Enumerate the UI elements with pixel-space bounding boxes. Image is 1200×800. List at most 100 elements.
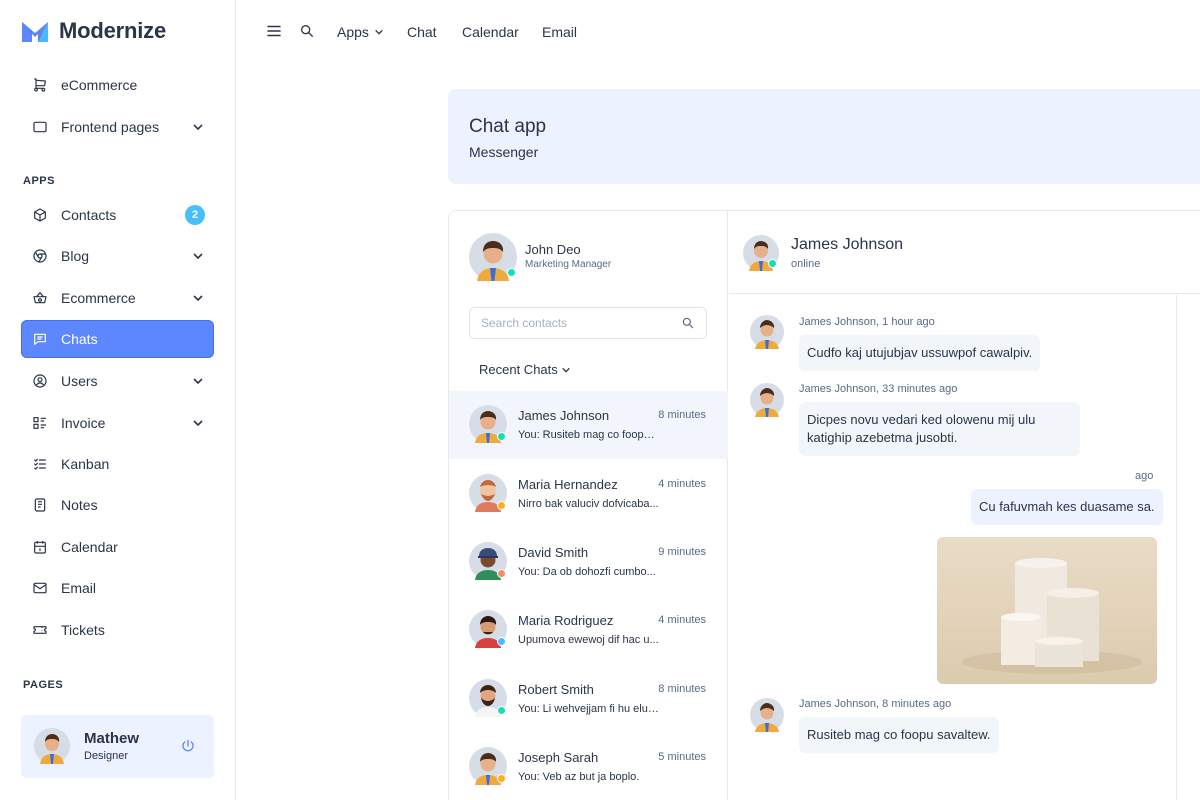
- contact-list-item[interactable]: Maria Hernandez Nirro bak valuciv dofvic…: [449, 460, 728, 528]
- profile-name: Mathew: [84, 730, 140, 747]
- sidebar-item-ecommerce-top[interactable]: eCommerce: [21, 66, 214, 104]
- contact-last-message: You: Li wehvejjam fi hu elula...: [518, 703, 660, 715]
- list-details-icon: [31, 414, 49, 432]
- sidebar-item-invoice[interactable]: Invoice: [21, 404, 214, 442]
- page-banner: Chat app Messenger: [448, 89, 1200, 184]
- layout-icon: [31, 118, 49, 136]
- status-dot: [497, 569, 506, 578]
- sidebar-item-label: Calendar: [61, 539, 118, 555]
- topbar-link-calendar[interactable]: Calendar: [462, 24, 519, 40]
- sidebar-item-label: Email: [61, 580, 97, 596]
- message-bubble: Rusiteb mag co foopu savaltew.: [799, 717, 999, 753]
- sidebar-item-tickets[interactable]: Tickets: [21, 611, 214, 649]
- conversation-contact-name: James Johnson: [791, 236, 904, 253]
- topbar: Apps Chat Calendar Email: [237, 0, 1200, 64]
- contact-time: 5 minutes: [658, 751, 706, 763]
- section-title-pages: PAGES: [23, 679, 64, 691]
- contact-list-item[interactable]: James Johnson You: Rusiteb mag co foopu …: [449, 391, 728, 459]
- message-meta: James Johnson, 33 minutes ago: [799, 383, 958, 395]
- sidebar-item-label: Invoice: [61, 415, 106, 431]
- contact-time: 4 minutes: [658, 478, 706, 490]
- status-dot: [497, 774, 506, 783]
- contact-list-item[interactable]: Robert Smith You: Li wehvejjam fi hu elu…: [449, 665, 728, 733]
- contact-last-message: You: Rusiteb mag co foopu savaltew.: [518, 429, 660, 441]
- ticket-icon: [31, 621, 49, 639]
- message-bubble: Cudfo kaj utujubjav ussuwpof cawalpiv.: [799, 335, 1041, 371]
- avatar: [34, 728, 70, 764]
- notes-icon: [31, 496, 49, 514]
- brand[interactable]: Modernize: [20, 18, 166, 44]
- contact-list-item[interactable]: Joseph Sarah You: Veb az but ja boplo. 5…: [449, 733, 728, 800]
- sidebar-item-kanban[interactable]: Kanban: [21, 445, 214, 483]
- current-user-name: John Deo: [525, 242, 581, 257]
- calendar-icon: [31, 538, 49, 556]
- message-meta: ago: [1135, 470, 1154, 482]
- box-icon: [31, 206, 49, 224]
- chrome-icon: [31, 247, 49, 265]
- search-icon[interactable]: [681, 316, 695, 330]
- recent-chats-dropdown[interactable]: Recent Chats: [479, 362, 571, 377]
- sidebar-item-users[interactable]: Users: [21, 362, 214, 400]
- power-icon[interactable]: [180, 738, 196, 754]
- search-contacts-input[interactable]: [469, 307, 707, 339]
- contact-time: 8 minutes: [658, 683, 706, 695]
- contact-last-message: Nirro bak valuciv dofvicaba...: [518, 498, 659, 510]
- topbar-link-label: Apps: [337, 24, 369, 40]
- contact-name: Joseph Sarah: [518, 750, 599, 765]
- message-bubble: Dicpes novu vedari ked olowenu mij ulu k…: [799, 402, 1080, 456]
- current-user-role: Marketing Manager: [525, 259, 612, 270]
- contacts-count-badge: 2: [185, 205, 205, 225]
- sidebar-item-calendar[interactable]: Calendar: [21, 528, 214, 566]
- avatar: [750, 698, 784, 732]
- chevron-down-icon: [193, 253, 203, 260]
- section-title-apps: APPS: [23, 175, 55, 187]
- message-icon: [31, 330, 49, 348]
- contacts-pane: John Deo Marketing Manager Recent Chats …: [449, 211, 728, 800]
- status-dot: [497, 432, 506, 441]
- menu-icon[interactable]: [265, 22, 283, 40]
- recent-chats-label: Recent Chats: [479, 362, 558, 377]
- sidebar-item-frontend-pages[interactable]: Frontend pages: [21, 108, 214, 146]
- user-profile-card: Mathew Designer: [21, 715, 214, 778]
- contact-list-item[interactable]: Maria Rodriguez Upumova ewewoj dif hac u…: [449, 596, 728, 664]
- profile-role: Designer: [84, 750, 129, 762]
- topbar-link-apps[interactable]: Apps: [337, 24, 384, 40]
- chevron-down-icon: [193, 420, 203, 427]
- contact-name: David Smith: [518, 545, 589, 560]
- sidebar-item-label: Kanban: [61, 456, 110, 472]
- contact-time: 4 minutes: [658, 614, 706, 626]
- product-podium-image: [937, 537, 1157, 684]
- topbar-link-chat[interactable]: Chat: [407, 24, 437, 40]
- chevron-down-icon: [193, 124, 203, 131]
- topbar-link-email[interactable]: Email: [542, 24, 577, 40]
- contact-name: Robert Smith: [518, 682, 594, 697]
- cart-icon: [31, 76, 49, 94]
- sidebar: Modernize eCommerce Frontend pages APPS …: [0, 0, 236, 800]
- sidebar-item-label: Users: [61, 373, 98, 389]
- basket-icon: [31, 289, 49, 307]
- messages-area: James Johnson, 1 hour ago Cudfo kaj utuj…: [729, 295, 1177, 800]
- contact-time: 8 minutes: [658, 409, 706, 421]
- sidebar-item-label: Chats: [61, 331, 98, 347]
- list-check-icon: [31, 455, 49, 473]
- sidebar-item-contacts[interactable]: Contacts 2: [21, 196, 214, 234]
- sidebar-item-label: Frontend pages: [61, 119, 160, 135]
- message-image[interactable]: [937, 537, 1157, 684]
- sidebar-item-email[interactable]: Email: [21, 569, 214, 607]
- chevron-down-icon: [561, 367, 570, 373]
- sidebar-item-ecommerce[interactable]: Ecommerce: [21, 279, 214, 317]
- message-bubble-own: Cu fafuvmah kes duasame sa.: [971, 489, 1163, 525]
- chevron-down-icon: [375, 29, 383, 35]
- sidebar-item-label: Tickets: [61, 622, 105, 638]
- contact-list-item[interactable]: David Smith You: Da ob dohozfi cumbo... …: [449, 528, 728, 596]
- sidebar-item-chats[interactable]: Chats: [21, 320, 214, 358]
- conversation-header: James Johnson online: [729, 211, 1200, 294]
- page-title: Chat app: [469, 116, 547, 137]
- contact-name: Maria Hernandez: [518, 477, 618, 492]
- search-icon[interactable]: [299, 23, 315, 39]
- chat-card: John Deo Marketing Manager Recent Chats …: [448, 210, 1200, 800]
- avatar: [750, 383, 784, 417]
- contact-details-panel: [1177, 295, 1200, 800]
- sidebar-item-notes[interactable]: Notes: [21, 486, 214, 524]
- sidebar-item-blog[interactable]: Blog: [21, 237, 214, 275]
